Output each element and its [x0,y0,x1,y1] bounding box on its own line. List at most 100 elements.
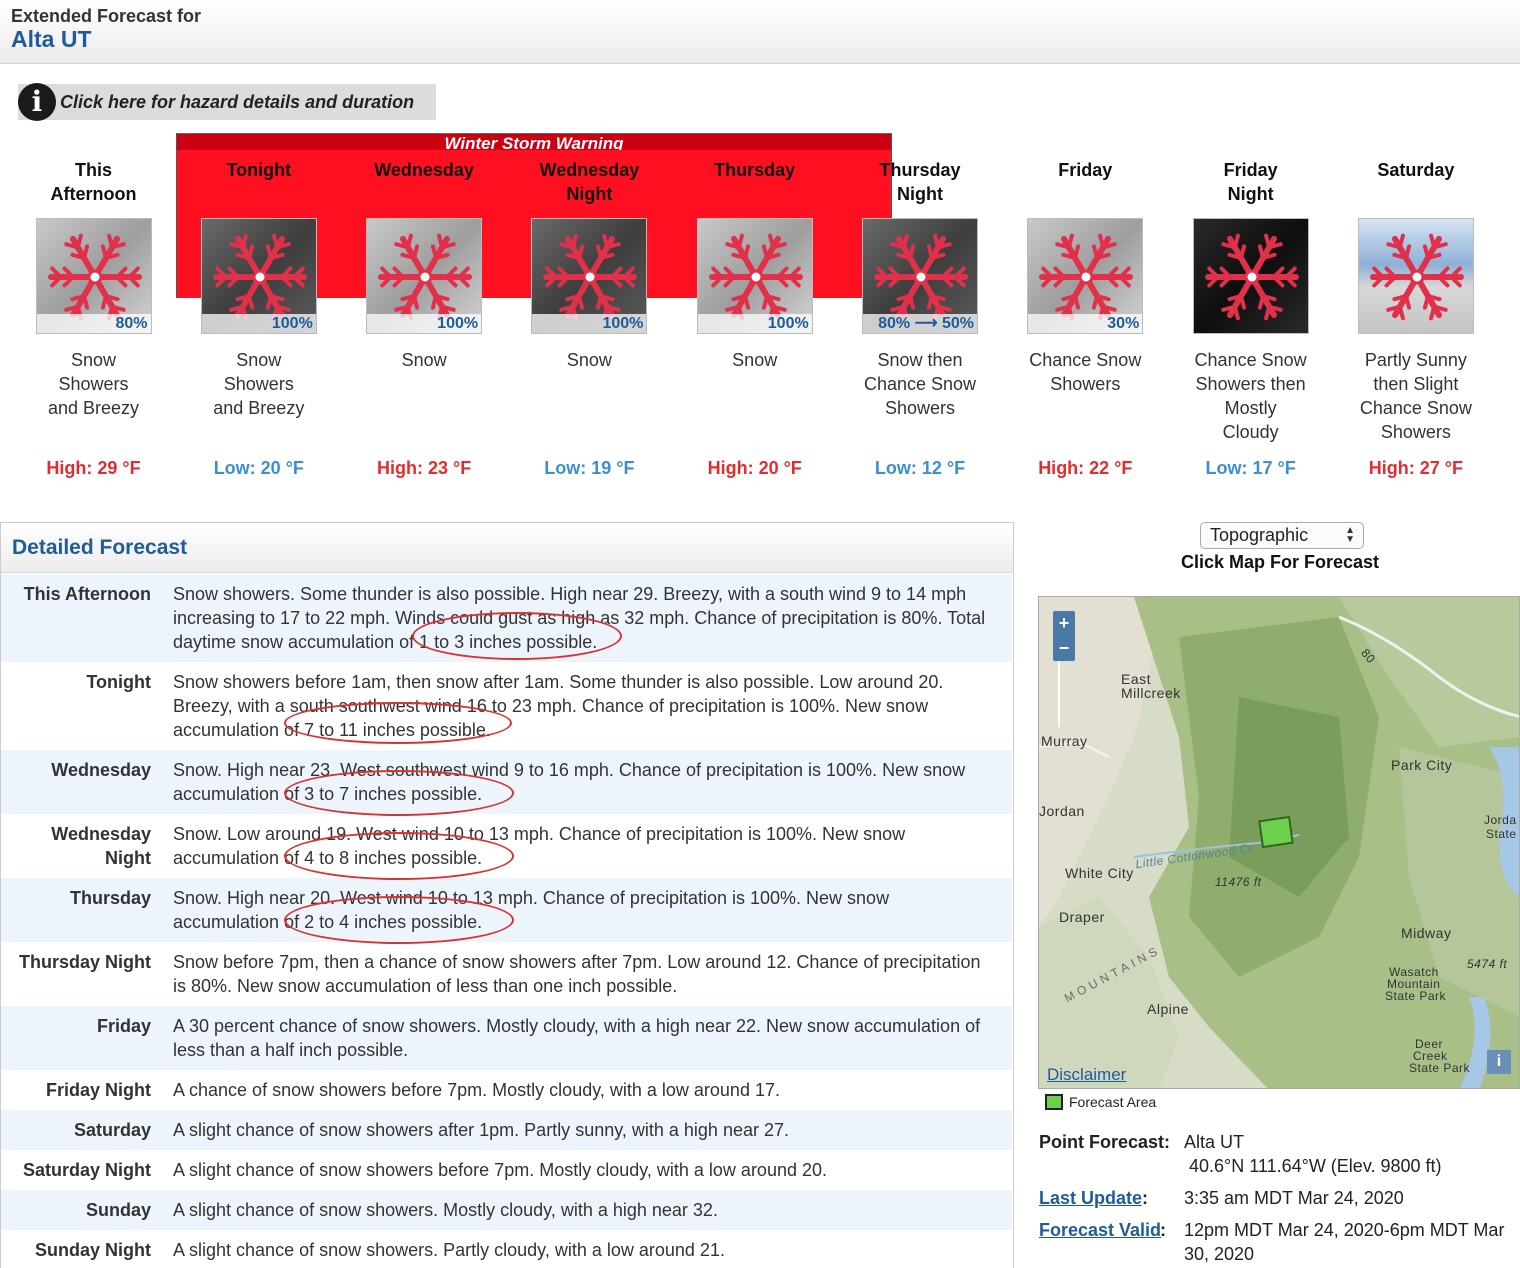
precip-chance: 100% [201,314,316,333]
detailed-row-text: A slight chance of snow showers before 7… [173,1158,1003,1182]
detailed-row-text: Snow before 7pm, then a chance of snow s… [173,950,1003,998]
period-name-line1: Thursday [714,160,796,180]
weather-icon[interactable]: 100% [531,218,648,334]
detailed-row-text-line: accumulation of 3 to 7 inches possible. [173,784,483,804]
period-name-line1: Tonight [226,160,292,180]
period-name: Wednesday Night [507,156,672,206]
weather-icon[interactable] [1357,218,1474,334]
map-label-park-city: Park City [1391,757,1453,773]
hazard-details-button[interactable]: i Click here for hazard details and dura… [18,83,436,121]
period-name-line2: Night [897,184,943,204]
period-short-forecast: Snow Showers and Breezy [176,348,341,444]
weather-icon[interactable]: 100% [696,218,813,334]
forecast-period[interactable]: Thursday Night 80% ⟶ 50% Snow then Chanc… [838,156,1003,479]
period-name: This Afternoon [11,156,176,206]
map-info-button[interactable]: i [1487,1050,1511,1074]
map-disclaimer-link[interactable]: Disclaimer [1047,1065,1126,1085]
short-forecast-line: Partly Sunny [1364,350,1467,370]
detailed-row-label: Wednesday Night [1,822,151,870]
forecast-period[interactable]: Friday Night Chance Snow Showers then Mo… [1168,156,1333,479]
detailed-row-label: Sunday [1,1198,151,1222]
short-forecast-line: Showers [884,398,956,418]
forecast-period[interactable]: Tonight 100% Snow Showers and Breezy Low… [176,156,341,479]
map-type-value: Topographic [1210,525,1309,545]
period-temperature: High: 29 °F [46,458,141,478]
forecast-period[interactable]: Thursday 100% Snow High: 20 °F [672,156,837,479]
detailed-row-text-line: Snow before 7pm, then a chance of snow s… [173,952,981,972]
weather-icon[interactable]: 80% ⟶ 50% [862,218,978,334]
detailed-row-text-line: accumulation of 2 to 4 inches possible. [173,912,483,932]
period-short-forecast: Snow [672,348,837,444]
snowflake-icon [1204,233,1299,321]
period-temperature: High: 27 °F [1368,458,1463,478]
detailed-row-text-line: increasing to 17 to 22 mph. Winds could … [173,608,986,628]
period-temperature: Low: 17 °F [1205,458,1296,478]
detailed-row-text-line: A slight chance of snow showers. Partly … [173,1240,725,1260]
map-type-select[interactable]: Topographic ▲ ▼ [1200,522,1364,549]
period-short-forecast: Snow then Chance Snow Showers [838,348,1003,444]
period-temperature: Low: 12 °F [874,458,966,478]
map-zoom-control: + − [1053,611,1075,661]
period-temperature: High: 22 °F [1038,458,1133,478]
weather-icon[interactable]: 100% [200,218,317,334]
short-forecast-line: Showers [1380,422,1451,442]
last-update-link[interactable]: Last Update [1039,1188,1142,1209]
weather-icon[interactable]: 100% [366,218,483,334]
period-temperature: Low: 20 °F [213,458,304,478]
forecast-period[interactable]: Wednesday 100% Snow High: 23 °F [342,156,507,479]
map-label-jordan: Jordan [1039,803,1085,819]
detailed-row-label: This Afternoon [1,582,151,606]
period-name-line1: Friday [1223,160,1278,180]
detailed-forecast-row: Wednesday Night Snow. Low around 19. West … [1,814,1012,878]
detailed-row-label: Saturday [1,1118,151,1142]
short-forecast-line: Snow [732,350,778,370]
zoom-in-button[interactable]: + [1053,611,1075,636]
period-temperature: Low: 19 °F [544,458,635,478]
forecast-map[interactable]: + − East Millcreek Murray Park City Jord… [1038,596,1520,1089]
detailed-row-label-line: Thursday [69,888,151,908]
point-forecast-coords: 40.6°N 111.64°W (Elev. 9800 ft) [1189,1156,1442,1176]
forecast-valid-colon: : [1160,1220,1166,1240]
detailed-row-text: A slight chance of snow showers. Mostly … [173,1198,1003,1222]
map-terrain [1039,597,1519,1088]
weather-icon[interactable] [1192,218,1309,334]
map-label-elev-5474: 5474 ft [1467,957,1508,971]
weather-icon[interactable]: 80% [35,218,152,334]
detailed-row-label: Thursday Night [1,950,151,974]
forecast-valid-value-2: 30, 2020 [1184,1244,1255,1264]
weather-icon[interactable]: 30% [1027,218,1144,334]
info-icon: i [18,83,56,121]
detailed-forecast-row: Friday A 30 percent chance of snow shower… [1,1006,1012,1070]
detailed-row-text: Snow. Low around 19. West wind 10 to 13 … [173,822,1003,870]
short-forecast-line: Snow [401,350,447,370]
detailed-row-text-line: A 30 percent chance of snow showers. Mos… [173,1016,981,1036]
map-label-jordanelle-2: State [1486,827,1517,841]
precip-chance: 80% ⟶ 50% [863,314,977,333]
period-short-forecast: Chance Snow Showers [1003,348,1168,444]
zoom-out-button[interactable]: − [1053,636,1075,661]
detailed-forecast-header: Detailed Forecast [1,523,1013,573]
forecast-period[interactable]: Wednesday Night 100% Snow Low: 19 °F [507,156,672,479]
map-label-elev-11476: 11476 ft [1215,875,1262,889]
detailed-row-text-line: A slight chance of snow showers before 7… [173,1160,828,1180]
period-name: Thursday Night [838,156,1003,206]
short-forecast-line: and Breezy [47,398,140,418]
detailed-forecast-row: Friday Night A chance of snow showers bef… [1,1070,1012,1110]
forecast-period[interactable]: Saturday Partly Sunny then Slight Chance… [1333,156,1498,479]
period-name: Friday Night [1168,156,1333,206]
period-short-forecast: Chance Snow Showers then Mostly Cloudy [1168,348,1333,444]
period-short-forecast: Snow [507,348,672,444]
detailed-forecast-row: Sunday A slight chance of snow showers. M… [1,1190,1012,1230]
detailed-row-text: Snow. High near 23. West southwest wind … [173,758,1003,806]
short-forecast-line: Chance Snow [1029,350,1142,370]
forecast-period[interactable]: Friday 30% Chance Snow Showers High: 22 … [1003,156,1168,479]
detailed-row-text: Snow showers. Some thunder is also possi… [173,582,1003,654]
map-title: Click Map For Forecast [1181,552,1380,572]
detailed-row-text-line: less than a half inch possible. [173,1040,409,1060]
short-forecast-line: Snow [70,350,117,370]
precip-chance: 100% [532,314,647,333]
forecast-valid-link[interactable]: Forecast Valid [1039,1220,1161,1241]
detailed-row-text: A slight chance of snow showers after 1p… [173,1118,1003,1142]
map-label-murray: Murray [1041,733,1088,749]
forecast-period[interactable]: This Afternoon 80% Snow Showers and Bree… [11,156,176,479]
